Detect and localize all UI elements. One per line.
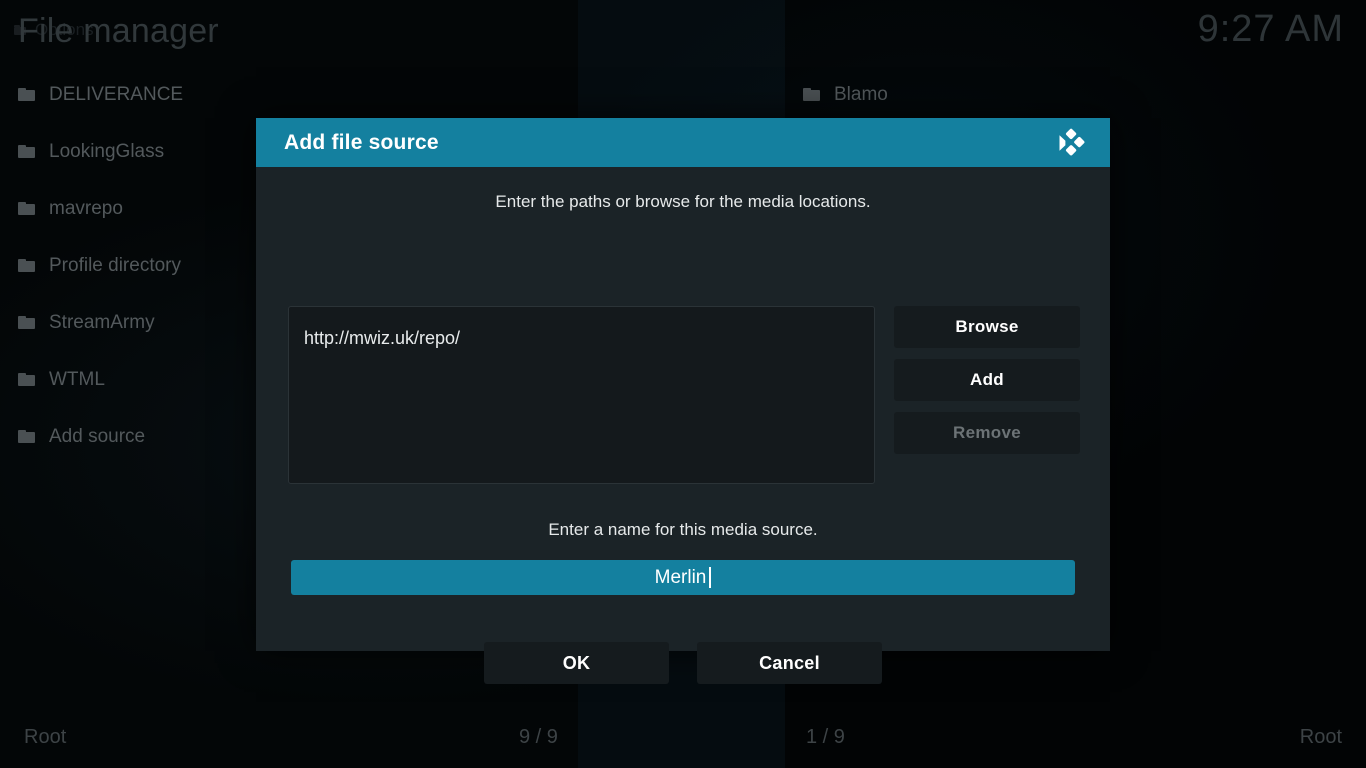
list-item-label: LookingGlass bbox=[49, 140, 165, 162]
status-left-count: 9 / 9 bbox=[519, 726, 558, 748]
folder-icon bbox=[18, 316, 35, 329]
source-name-value: Merlin bbox=[654, 566, 707, 588]
kodi-logo-icon bbox=[1054, 126, 1088, 160]
list-item[interactable]: Blamo bbox=[785, 66, 1345, 123]
folder-icon bbox=[18, 202, 35, 215]
list-item-label: Blamo bbox=[834, 83, 888, 105]
list-item-label: DELIVERANCE bbox=[49, 83, 184, 105]
folder-icon bbox=[803, 88, 820, 101]
add-button[interactable]: Add bbox=[894, 359, 1080, 401]
paths-instruction-label: Enter the paths or browse for the media … bbox=[495, 192, 871, 211]
list-item[interactable]: DELIVERANCE bbox=[0, 66, 560, 123]
kodi-file-manager-screen: Options File manager 9:27 AM DELIVERANCE… bbox=[0, 0, 1366, 768]
add-file-source-dialog: Add file source Enter the paths or brows… bbox=[256, 118, 1110, 684]
list-item-label: mavrepo bbox=[49, 197, 123, 219]
browse-button[interactable]: Browse bbox=[894, 306, 1080, 348]
path-entry[interactable]: http://mwiz.uk/repo/ bbox=[304, 328, 874, 349]
dialog-actions: OK Cancel bbox=[256, 642, 1110, 684]
folder-icon bbox=[18, 430, 35, 443]
status-bar: Root 9 / 9 1 / 9 Root bbox=[0, 710, 1366, 768]
status-right-count: 1 / 9 bbox=[806, 726, 845, 748]
list-item-label: Add source bbox=[49, 425, 146, 447]
status-right-path: Root bbox=[1299, 726, 1342, 748]
status-left-path: Root bbox=[24, 726, 67, 748]
text-caret bbox=[709, 567, 712, 588]
list-item-label: WTML bbox=[49, 368, 105, 390]
paths-section: http://mwiz.uk/repo/ Browse Add Remove bbox=[288, 306, 1080, 484]
dialog-header: Add file source bbox=[256, 118, 1110, 167]
list-item-label: Profile directory bbox=[49, 254, 181, 276]
page-title: File manager bbox=[18, 12, 219, 50]
dialog-title: Add file source bbox=[284, 130, 439, 154]
clock: 9:27 AM bbox=[1197, 8, 1344, 50]
folder-icon bbox=[18, 259, 35, 272]
paths-actions: Browse Add Remove bbox=[894, 306, 1080, 484]
folder-icon bbox=[18, 88, 35, 101]
folder-icon bbox=[18, 145, 35, 158]
dialog-body: Enter the paths or browse for the media … bbox=[256, 192, 1110, 684]
remove-button: Remove bbox=[894, 412, 1080, 454]
ok-button[interactable]: OK bbox=[484, 642, 669, 684]
name-instruction-label: Enter a name for this media source. bbox=[548, 520, 818, 539]
paths-listbox[interactable]: http://mwiz.uk/repo/ bbox=[288, 306, 875, 484]
source-name-input[interactable]: Merlin bbox=[291, 560, 1075, 595]
file-list-right[interactable]: Blamo bbox=[785, 66, 1345, 123]
cancel-button[interactable]: Cancel bbox=[697, 642, 882, 684]
list-item-label: StreamArmy bbox=[49, 311, 155, 333]
folder-icon bbox=[18, 373, 35, 386]
